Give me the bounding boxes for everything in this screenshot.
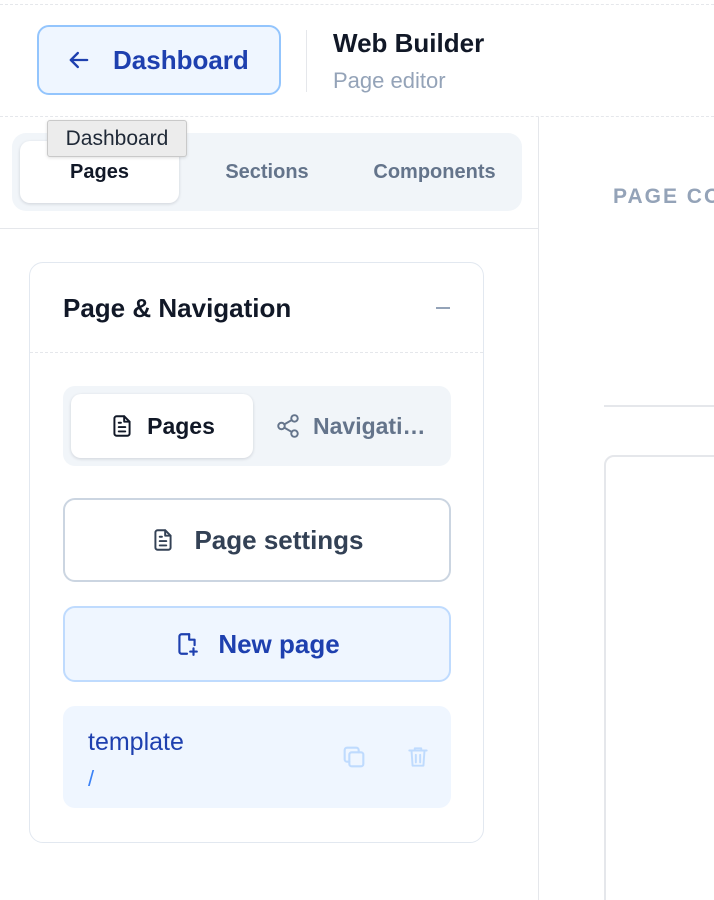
segment-navigation-label: Navigati… bbox=[313, 412, 426, 439]
pages-navigation-toggle: Pages Navigati… bbox=[63, 386, 451, 466]
tab-sections[interactable]: Sections bbox=[187, 141, 347, 203]
sidebar: Pages Sections Components Page & Navigat… bbox=[0, 117, 539, 900]
segment-pages[interactable]: Pages bbox=[71, 394, 253, 458]
file-text-icon bbox=[150, 526, 176, 554]
header-divider bbox=[306, 30, 307, 92]
share-nodes-icon bbox=[275, 413, 301, 439]
canvas-frame bbox=[604, 455, 714, 900]
page-navigation-panel: Page & Navigation Pages Navigati… Page s… bbox=[29, 262, 484, 843]
page-name: template bbox=[88, 728, 184, 756]
trash-icon[interactable] bbox=[403, 742, 433, 772]
tab-components[interactable]: Components bbox=[352, 141, 517, 203]
app-subtitle: Page editor bbox=[333, 68, 446, 93]
canvas-divider bbox=[604, 405, 714, 407]
sidebar-divider bbox=[0, 228, 539, 229]
arrow-left-icon bbox=[65, 46, 93, 74]
page-list-item[interactable]: template / bbox=[63, 706, 451, 808]
panel-divider bbox=[30, 352, 483, 353]
file-plus-icon bbox=[174, 629, 200, 659]
header: Dashboard Web Builder Page editor bbox=[0, 5, 714, 117]
dashboard-back-label: Dashboard bbox=[113, 44, 249, 75]
duplicate-page-icon[interactable] bbox=[339, 742, 369, 772]
new-page-button[interactable]: New page bbox=[63, 606, 451, 682]
canvas-label: PAGE CO bbox=[613, 185, 714, 208]
segment-navigation[interactable]: Navigati… bbox=[275, 394, 445, 458]
panel-title: Page & Navigation bbox=[63, 293, 292, 323]
page-settings-button[interactable]: Page settings bbox=[63, 498, 451, 582]
segment-pages-label: Pages bbox=[147, 412, 215, 439]
dashboard-tooltip: Dashboard bbox=[47, 120, 187, 157]
app-title: Web Builder bbox=[333, 28, 485, 58]
page-settings-label: Page settings bbox=[194, 524, 364, 555]
dashboard-back-button[interactable]: Dashboard bbox=[37, 25, 281, 95]
new-page-label: New page bbox=[218, 628, 340, 659]
minus-icon bbox=[436, 307, 450, 309]
page-path: / bbox=[88, 766, 95, 791]
file-text-icon bbox=[109, 413, 135, 439]
collapse-panel-button[interactable] bbox=[431, 296, 455, 320]
